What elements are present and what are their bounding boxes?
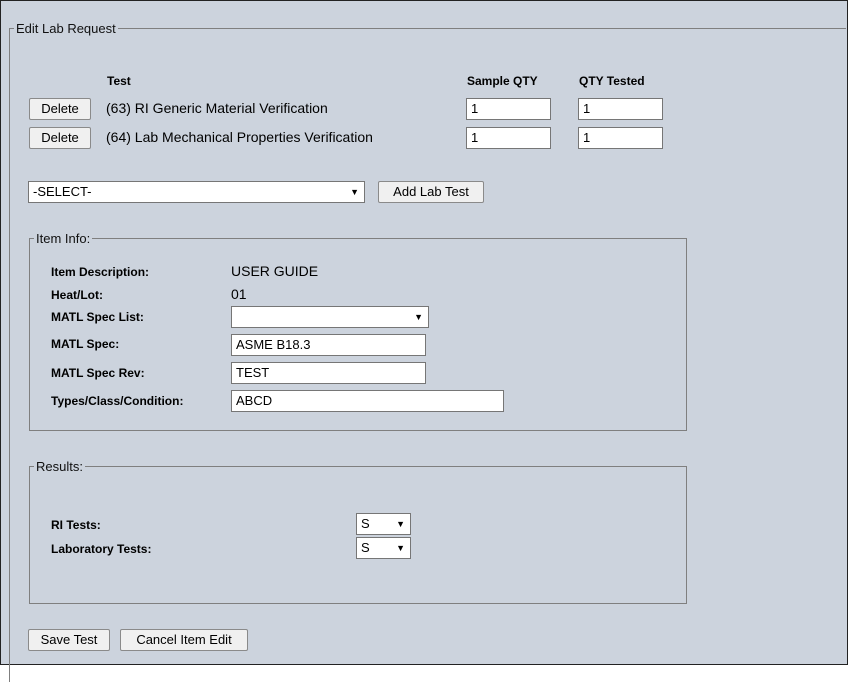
- types-class-condition-label: Types/Class/Condition:: [51, 394, 184, 408]
- header-sample-qty: Sample QTY: [467, 74, 538, 88]
- matl-spec-input[interactable]: ASME B18.3: [231, 334, 426, 356]
- add-lab-test-button[interactable]: Add Lab Test: [378, 181, 484, 203]
- chevron-down-icon: ▼: [396, 519, 405, 529]
- item-info-legend: Item Info:: [36, 231, 91, 246]
- header-test: Test: [107, 74, 131, 88]
- matl-spec-label: MATL Spec:: [51, 337, 120, 351]
- sample-qty-input[interactable]: 1: [466, 127, 551, 149]
- header-qty-tested: QTY Tested: [579, 74, 645, 88]
- ri-tests-select[interactable]: S ▼: [356, 513, 411, 535]
- results-legend: Results:: [36, 459, 83, 474]
- lab-test-select-value: -SELECT-: [33, 184, 92, 199]
- cancel-item-edit-button[interactable]: Cancel Item Edit: [120, 629, 248, 651]
- laboratory-tests-select[interactable]: S ▼: [356, 537, 411, 559]
- edit-lab-request-legend: Edit Lab Request: [16, 21, 116, 36]
- heat-lot-value: 01: [231, 286, 247, 302]
- item-description-value: USER GUIDE: [231, 263, 319, 279]
- qty-tested-input[interactable]: 1: [578, 127, 663, 149]
- ri-tests-label: RI Tests:: [51, 518, 101, 532]
- test-name: (63) RI Generic Material Verification: [106, 100, 328, 116]
- delete-button[interactable]: Delete: [29, 98, 91, 120]
- qty-tested-input[interactable]: 1: [578, 98, 663, 120]
- item-description-label: Item Description:: [51, 265, 150, 279]
- delete-button[interactable]: Delete: [29, 127, 91, 149]
- types-class-condition-input[interactable]: ABCD: [231, 390, 504, 412]
- chevron-down-icon: ▼: [396, 543, 405, 553]
- matl-spec-list-label: MATL Spec List:: [51, 310, 144, 324]
- chevron-down-icon: ▼: [414, 312, 423, 322]
- matl-spec-list-select[interactable]: ▼: [231, 306, 429, 328]
- sample-qty-input[interactable]: 1: [466, 98, 551, 120]
- laboratory-tests-value: S: [361, 540, 370, 555]
- matl-spec-rev-input[interactable]: TEST: [231, 362, 426, 384]
- ri-tests-value: S: [361, 516, 370, 531]
- chevron-down-icon: ▼: [350, 187, 359, 197]
- lab-test-select[interactable]: -SELECT- ▼: [28, 181, 365, 203]
- save-test-button[interactable]: Save Test: [28, 629, 110, 651]
- test-name: (64) Lab Mechanical Properties Verificat…: [106, 129, 373, 145]
- laboratory-tests-label: Laboratory Tests:: [51, 542, 152, 556]
- matl-spec-rev-label: MATL Spec Rev:: [51, 366, 145, 380]
- heat-lot-label: Heat/Lot:: [51, 288, 103, 302]
- edit-lab-request-panel: Edit Lab Request Test Sample QTY QTY Tes…: [0, 0, 848, 682]
